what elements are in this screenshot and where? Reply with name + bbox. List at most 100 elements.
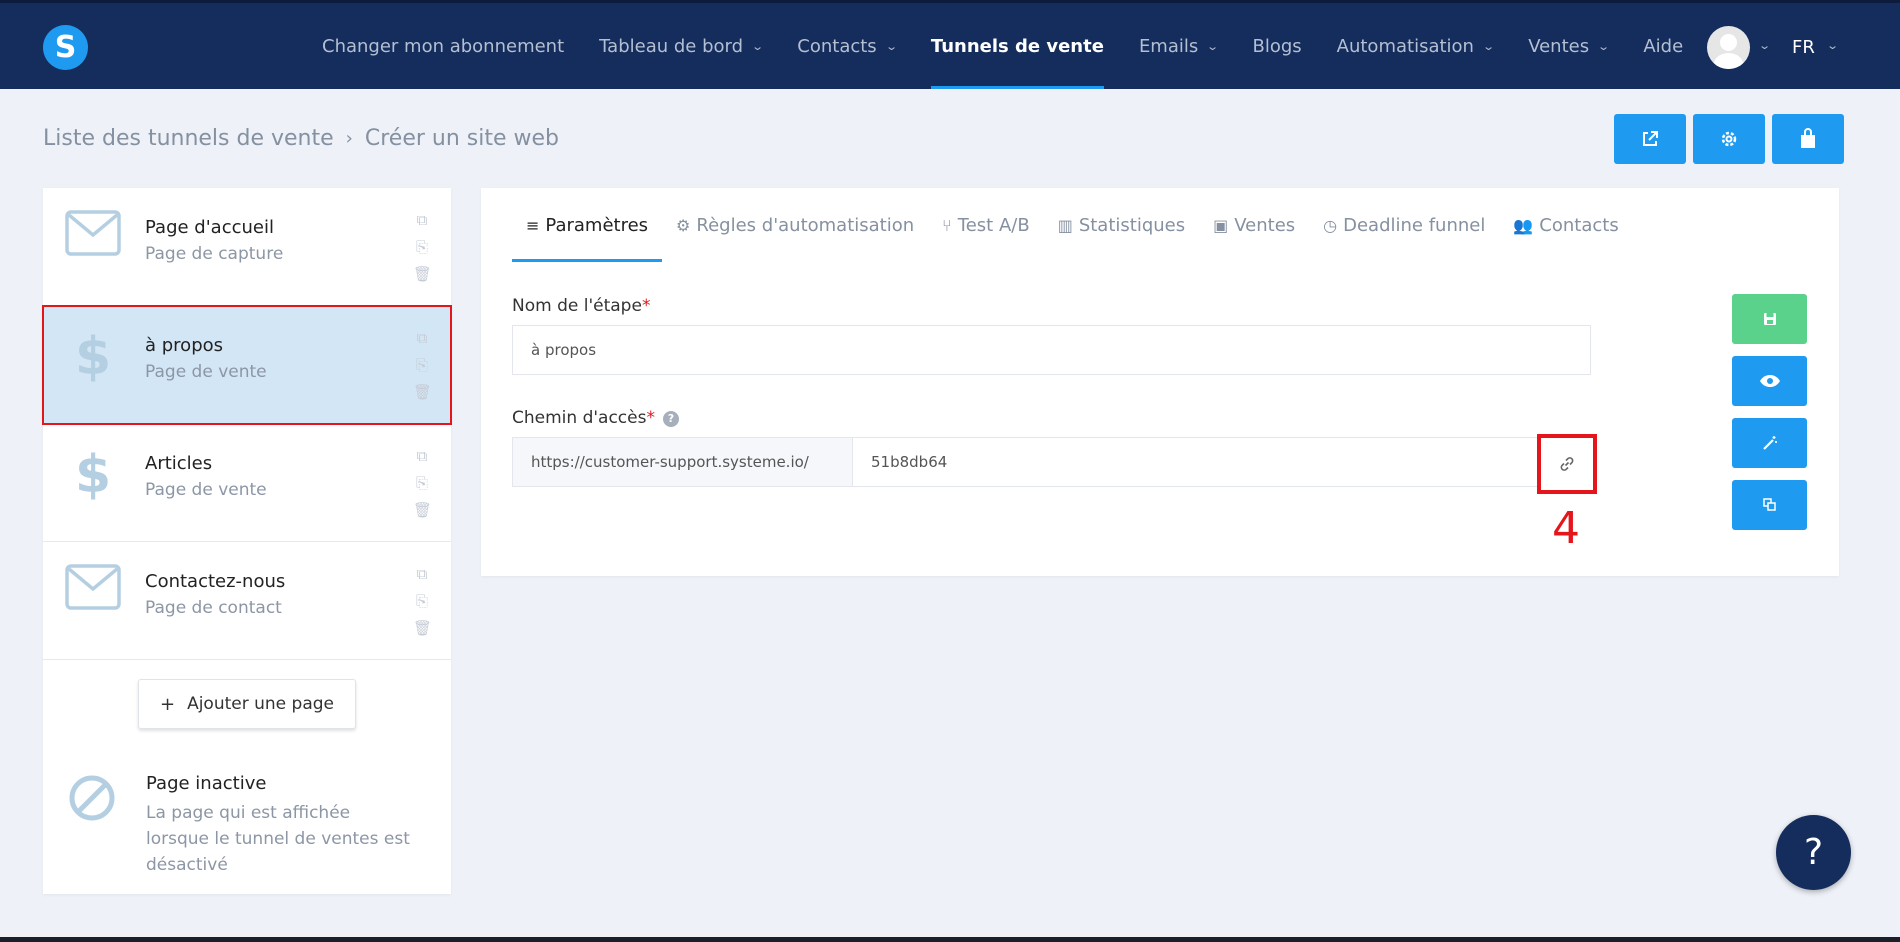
dollar-icon: $ bbox=[75, 327, 111, 387]
funnel-step-item[interactable]: Page d'accueil Page de capture ⧉ ⎘ 🗑 bbox=[43, 188, 451, 306]
tab-label: Ventes bbox=[1234, 214, 1296, 236]
page-title: Contactez-nous bbox=[145, 571, 286, 592]
nav-item-6[interactable]: Automatisation ⌄ bbox=[1337, 3, 1495, 89]
chevron-down-icon: ⌄ bbox=[1597, 39, 1611, 53]
funnel-step-item[interactable]: $ à propos Page de vente ⧉ ⎘ 🗑 bbox=[42, 305, 452, 425]
tab-6[interactable]: 👥 Contacts bbox=[1499, 188, 1632, 262]
tab-icon: ▥ bbox=[1057, 215, 1073, 235]
step-name-input[interactable]: à propos bbox=[512, 325, 1591, 375]
nav-item-label: Aide bbox=[1643, 35, 1684, 57]
page-type-icon: $ bbox=[65, 445, 121, 505]
nav-item-1[interactable]: Tableau de bord ⌄ bbox=[599, 3, 764, 89]
nav-item-2[interactable]: Contacts ⌄ bbox=[797, 3, 898, 89]
tab-icon: ⑂ bbox=[942, 215, 952, 235]
page-type: Page de contact bbox=[145, 598, 282, 618]
copy-link-button[interactable] bbox=[1537, 434, 1597, 494]
nav-item-4[interactable]: Emails ⌄ bbox=[1138, 3, 1220, 89]
nav-item-0[interactable]: Changer mon abonnement bbox=[322, 3, 564, 89]
required-mark: * bbox=[646, 408, 655, 428]
step-action-buttons bbox=[1732, 294, 1807, 530]
page-title: Articles bbox=[145, 453, 213, 474]
user-avatar[interactable] bbox=[1707, 26, 1750, 69]
path-label: Chemin d'accès*? bbox=[512, 408, 679, 428]
app-logo[interactable]: S bbox=[43, 25, 88, 70]
tab-2[interactable]: ⑂ Test A/B bbox=[928, 188, 1044, 262]
clone-icon[interactable]: ⎘ bbox=[413, 593, 431, 609]
nav-item-7[interactable]: Ventes ⌄ bbox=[1528, 3, 1611, 89]
tab-label: Statistiques bbox=[1078, 214, 1186, 236]
page-type-icon bbox=[65, 564, 121, 614]
svg-text:$: $ bbox=[75, 328, 111, 384]
page-type-icon bbox=[65, 210, 121, 260]
page-title: à propos bbox=[145, 335, 224, 356]
question-icon[interactable]: ? bbox=[662, 411, 679, 427]
funnel-steps-panel: Page d'accueil Page de capture ⧉ ⎘ 🗑 $ à propo… bbox=[42, 188, 452, 894]
add-page-button[interactable]: + Ajouter une page bbox=[138, 679, 356, 729]
page-type-icon: $ bbox=[65, 327, 121, 387]
shop-button[interactable] bbox=[1772, 114, 1844, 164]
dollar-icon: $ bbox=[75, 445, 111, 505]
funnel-step-item[interactable]: $ Articles Page de vente ⧉ ⎘ 🗑 bbox=[43, 424, 451, 542]
funnel-settings-button[interactable] bbox=[1693, 114, 1765, 164]
ban-icon bbox=[67, 773, 117, 823]
link-icon bbox=[1560, 457, 1574, 471]
tab-icon: 👥 bbox=[1513, 215, 1534, 235]
help-button[interactable]: ? bbox=[1776, 815, 1851, 890]
tab-1[interactable]: ⚙ Règles d'automatisation bbox=[662, 188, 928, 262]
nav-item-label: Emails bbox=[1138, 35, 1199, 57]
svg-text:$: $ bbox=[75, 446, 111, 502]
nav-item-8[interactable]: Aide bbox=[1643, 3, 1683, 89]
trash-icon[interactable]: 🗑 bbox=[413, 266, 432, 282]
duplicate-button[interactable] bbox=[1732, 480, 1807, 530]
settings-icon bbox=[1721, 131, 1737, 147]
chevron-down-icon: ⌄ bbox=[1206, 39, 1220, 53]
chevron-down-icon[interactable]: ⌄ bbox=[1758, 39, 1771, 52]
inactive-page-title: Page inactive bbox=[146, 773, 267, 794]
copy-icon bbox=[1762, 498, 1776, 511]
tab-5[interactable]: ◷ Deadline funnel bbox=[1309, 188, 1499, 262]
step-name-label-text: Nom de l'étape bbox=[512, 296, 642, 316]
step-name-label: Nom de l'étape* bbox=[512, 296, 650, 316]
save-button[interactable] bbox=[1732, 294, 1807, 344]
breadcrumb-parent[interactable]: Liste des tunnels de vente bbox=[43, 126, 334, 151]
language-selector[interactable]: FR bbox=[1792, 37, 1815, 58]
copy-icon[interactable]: ⧉ bbox=[413, 330, 431, 346]
envelope-icon bbox=[65, 210, 121, 256]
bottom-edge bbox=[0, 937, 1900, 942]
external-link-icon bbox=[1643, 131, 1658, 146]
trash-icon[interactable]: 🗑 bbox=[413, 502, 432, 518]
chevron-down-icon: ⌄ bbox=[884, 39, 898, 53]
step-settings-panel: ≡ Paramètres ⚙ Règles d'automatisation ⑂ Test… bbox=[481, 188, 1839, 576]
clone-icon[interactable]: ⎘ bbox=[413, 357, 431, 373]
copy-icon[interactable]: ⧉ bbox=[413, 566, 431, 582]
required-mark: * bbox=[641, 296, 651, 316]
tab-4[interactable]: ▣ Ventes bbox=[1199, 188, 1309, 262]
nav-item-label: Contacts bbox=[797, 35, 877, 57]
magic-wand-icon bbox=[1762, 436, 1777, 450]
step-tabs: ≡ Paramètres ⚙ Règles d'automatisation ⑂ Test… bbox=[512, 188, 1633, 262]
open-external-button[interactable] bbox=[1614, 114, 1686, 164]
step-item-actions: ⧉ ⎘ 🗑 bbox=[413, 330, 432, 400]
path-input[interactable]: 51b8db64 bbox=[852, 437, 1591, 487]
funnel-step-item[interactable]: Contactez-nous Page de contact ⧉ ⎘ 🗑 bbox=[43, 542, 451, 660]
envelope-icon bbox=[65, 564, 121, 610]
page-type: Page de vente bbox=[145, 362, 267, 382]
eye-icon bbox=[1759, 375, 1780, 387]
trash-icon[interactable]: 🗑 bbox=[413, 620, 432, 636]
tab-3[interactable]: ▥ Statistiques bbox=[1044, 188, 1199, 262]
copy-icon[interactable]: ⧉ bbox=[413, 448, 431, 464]
nav-item-label: Tunnels de vente bbox=[930, 35, 1104, 57]
tab-label: Test A/B bbox=[957, 214, 1030, 236]
edit-page-button[interactable] bbox=[1732, 418, 1807, 468]
page-type: Page de capture bbox=[145, 244, 284, 264]
trash-icon[interactable]: 🗑 bbox=[413, 384, 432, 400]
chevron-down-icon[interactable]: ⌄ bbox=[1826, 39, 1839, 52]
copy-icon[interactable]: ⧉ bbox=[413, 212, 431, 228]
clone-icon[interactable]: ⎘ bbox=[413, 239, 431, 255]
nav-item-3[interactable]: Tunnels de vente bbox=[930, 3, 1104, 89]
preview-button[interactable] bbox=[1732, 356, 1807, 406]
nav-item-5[interactable]: Blogs bbox=[1252, 3, 1301, 89]
tab-0[interactable]: ≡ Paramètres bbox=[512, 188, 663, 262]
clone-icon[interactable]: ⎘ bbox=[413, 475, 431, 491]
path-label-text: Chemin d'accès bbox=[512, 408, 647, 428]
